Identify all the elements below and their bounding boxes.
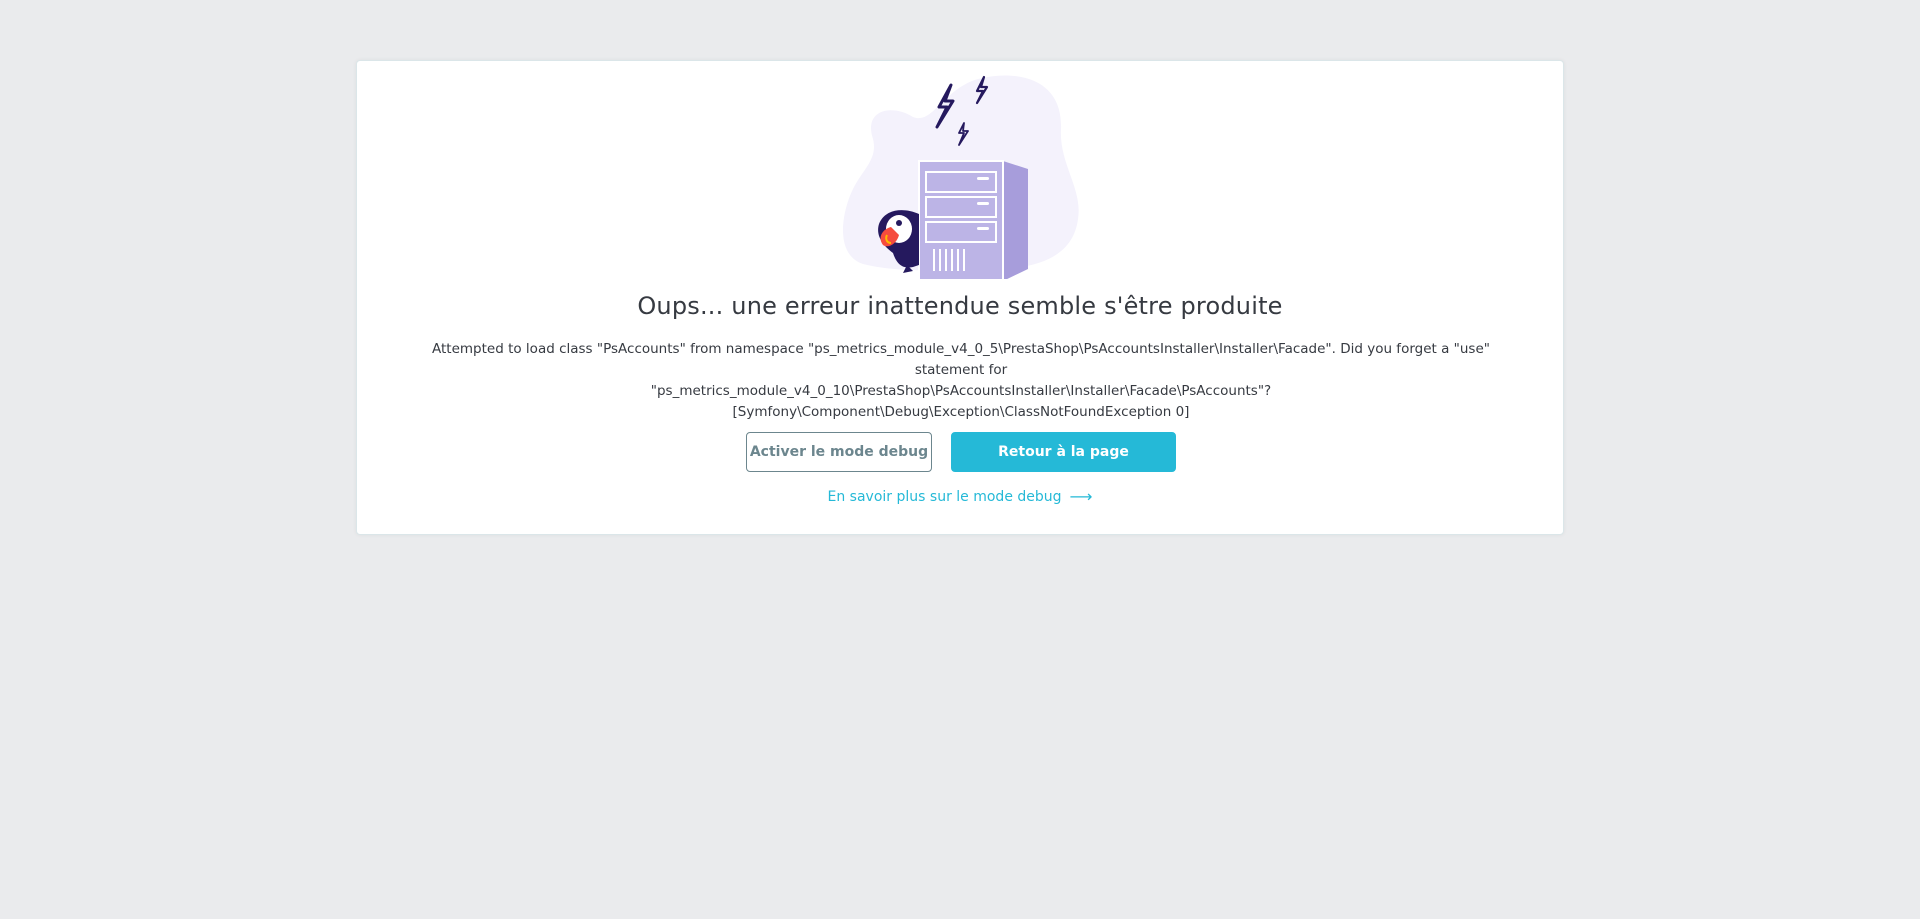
error-message-line: [Symfony\Component\Debug\Exception\Class…	[732, 404, 1190, 420]
error-message-line: Attempted to load class "PsAccounts" fro…	[432, 341, 1490, 378]
arrow-right-icon: ⟶	[1069, 487, 1093, 506]
server-drawer	[925, 221, 997, 243]
error-message-line: "ps_metrics_module_v4_0_10\PrestaShop\Ps…	[650, 383, 1272, 399]
error-title: Oups... une erreur inattendue semble s'ê…	[637, 292, 1283, 320]
error-message: Attempted to load class "PsAccounts" fro…	[397, 339, 1525, 423]
learn-more-link[interactable]: En savoir plus sur le mode debug ⟶	[357, 487, 1563, 507]
server-drawer	[925, 171, 997, 193]
server-side	[1003, 161, 1028, 279]
server-drawer	[925, 196, 997, 218]
puffin-server-illustration	[843, 75, 1079, 279]
learn-more-label: En savoir plus sur le mode debug	[827, 489, 1062, 505]
back-button[interactable]: Retour à la page précédente	[951, 432, 1176, 498]
enable-debug-button[interactable]: Activer le mode debug	[746, 432, 932, 472]
error-card: Oups... une erreur inattendue semble s'ê…	[356, 60, 1564, 535]
